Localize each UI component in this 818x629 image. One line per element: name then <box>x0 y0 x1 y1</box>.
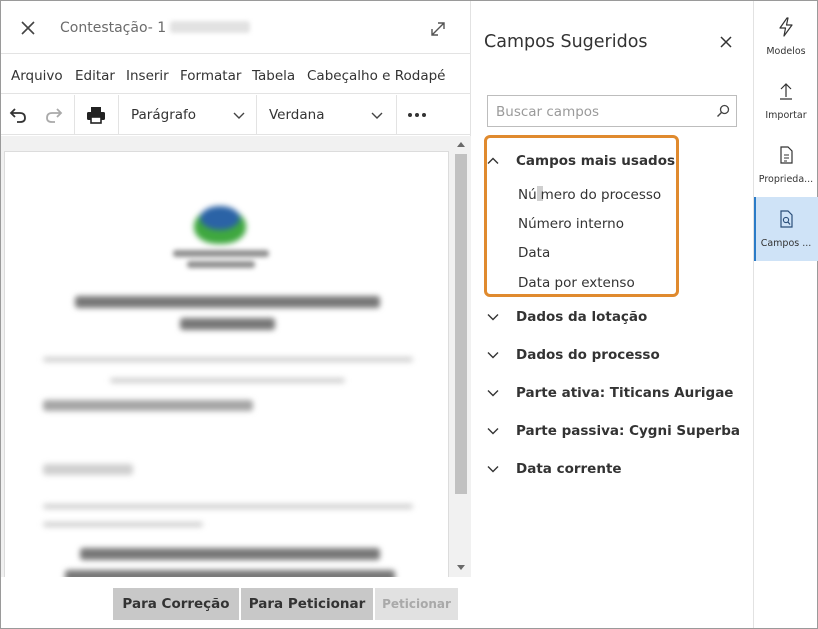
chevron-down-icon[interactable] <box>486 348 500 362</box>
document-search-icon <box>780 210 793 228</box>
logo-caption-line <box>187 261 255 268</box>
upload-icon <box>780 83 792 100</box>
rail-label: Importar <box>765 110 807 121</box>
suggested-fields-panel: Campos Sugeridos Campos mais usados Núme… <box>472 1 753 628</box>
editor-menubar: Arquivo Editar Inserir Formatar Tabela C… <box>1 55 471 94</box>
more-options-icon[interactable] <box>407 105 427 125</box>
editor-scrollbar[interactable] <box>453 136 469 577</box>
redacted-text-line <box>43 522 203 527</box>
redacted-text-line <box>43 464 133 475</box>
chevron-down-icon[interactable] <box>233 109 245 121</box>
toolbar-separator <box>118 95 119 135</box>
chevron-up-icon[interactable] <box>486 154 500 168</box>
redacted-heading-line <box>180 318 275 330</box>
scroll-up-arrow[interactable] <box>457 142 465 147</box>
group-dados-processo[interactable]: Dados do processo <box>486 344 660 366</box>
document-title: Contestação- 1 <box>60 20 251 36</box>
undo-icon[interactable] <box>8 105 28 125</box>
lightning-icon <box>779 17 793 37</box>
group-label: Parte passiva: Cygni Superba <box>516 423 740 439</box>
rail-label: Proprieda... <box>758 174 814 185</box>
chevron-down-icon[interactable] <box>486 310 500 324</box>
rail-item-modelos[interactable]: Modelos <box>754 5 818 69</box>
menu-inserir[interactable]: Inserir <box>126 68 169 84</box>
document-properties-icon <box>780 146 793 164</box>
redacted-text-line <box>43 400 253 411</box>
expand-icon[interactable] <box>429 20 447 38</box>
send-to-file-button[interactable]: Para Peticionar <box>241 588 373 620</box>
menu-editar[interactable]: Editar <box>75 68 115 84</box>
font-family-select[interactable]: Verdana <box>269 107 324 123</box>
redacted-heading-line <box>80 548 380 560</box>
field-data-por-extenso[interactable]: Data por extenso <box>518 275 635 291</box>
chevron-down-icon[interactable] <box>486 462 500 476</box>
redacted-text-line <box>43 357 413 362</box>
rail-item-propriedades[interactable]: Proprieda... <box>754 133 818 197</box>
close-icon[interactable] <box>719 35 733 49</box>
logo-caption-redacted <box>173 250 269 272</box>
document-editor: Contestação- 1 Arquivo Editar Inserir Fo… <box>1 1 471 628</box>
group-label: Data corrente <box>516 461 622 477</box>
file-petition-button: Peticionar <box>375 588 458 620</box>
chevron-down-icon[interactable] <box>486 386 500 400</box>
field-label-part: mero do processo <box>540 187 662 203</box>
redacted-text-line <box>110 378 345 383</box>
rail-item-importar[interactable]: Importar <box>754 69 818 133</box>
document-title-text: Contestação- 1 <box>60 20 167 36</box>
scroll-thumb[interactable] <box>455 154 467 494</box>
field-numero-interno[interactable]: Número interno <box>518 216 624 232</box>
logo-shape-blue <box>200 206 240 230</box>
menu-formatar[interactable]: Formatar <box>180 68 241 84</box>
group-data-corrente[interactable]: Data corrente <box>486 458 622 480</box>
document-title-redacted <box>170 21 251 33</box>
menu-arquivo[interactable]: Arquivo <box>11 68 63 84</box>
group-dados-lotacao[interactable]: Dados da lotação <box>486 306 647 328</box>
chevron-down-icon[interactable] <box>371 109 383 121</box>
paragraph-style-select[interactable]: Parágrafo <box>131 107 196 123</box>
menu-cabecalho-rodape[interactable]: Cabeçalho e Rodapé <box>307 68 445 84</box>
search-input[interactable] <box>496 102 706 122</box>
toolbar-separator <box>74 95 75 135</box>
rail-label: Campos ... <box>760 238 812 249</box>
toolbar-separator <box>396 95 397 135</box>
field-data[interactable]: Data <box>518 245 550 261</box>
field-label-part: Nú <box>518 187 537 203</box>
toolbar-separator <box>256 95 257 135</box>
group-parte-passiva[interactable]: Parte passiva: Cygni Superba <box>486 420 740 442</box>
right-rail: Modelos Importar Proprieda... Campos ... <box>753 1 818 628</box>
group-label: Campos mais usados <box>516 153 676 169</box>
rail-item-campos[interactable]: Campos ... <box>754 197 818 261</box>
menu-tabela[interactable]: Tabela <box>252 68 295 84</box>
group-label: Dados da lotação <box>516 309 648 325</box>
institution-logo <box>190 202 250 252</box>
logo-caption-line <box>173 250 269 257</box>
send-to-correction-button[interactable]: Para Correção <box>113 588 239 620</box>
redacted-heading-line <box>75 296 380 308</box>
chevron-down-icon[interactable] <box>486 424 500 438</box>
redacted-text-line <box>43 504 413 509</box>
group-label: Parte ativa: Titicans Aurigae <box>516 385 734 401</box>
editor-toolbar: Parágrafo Verdana <box>1 95 471 135</box>
redo-icon[interactable] <box>44 105 64 125</box>
search-icon[interactable] <box>716 104 730 118</box>
group-label: Dados do processo <box>516 347 660 363</box>
search-box <box>487 95 737 127</box>
panel-title: Campos Sugeridos <box>484 32 648 52</box>
field-numero-processo[interactable]: Nú mero do processo <box>518 186 661 203</box>
close-icon[interactable] <box>18 18 38 38</box>
document-page[interactable] <box>4 151 449 581</box>
document-canvas[interactable] <box>1 136 471 581</box>
editor-header: Contestação- 1 <box>1 1 471 54</box>
group-campos-mais-usados[interactable]: Campos mais usados <box>486 150 675 172</box>
print-icon[interactable] <box>86 105 106 125</box>
editor-footer: Para Correção Para Peticionar Peticionar <box>1 577 471 628</box>
group-parte-ativa[interactable]: Parte ativa: Titicans Aurigae <box>486 382 733 404</box>
rail-label: Modelos <box>766 46 806 57</box>
scroll-down-arrow[interactable] <box>457 565 465 570</box>
